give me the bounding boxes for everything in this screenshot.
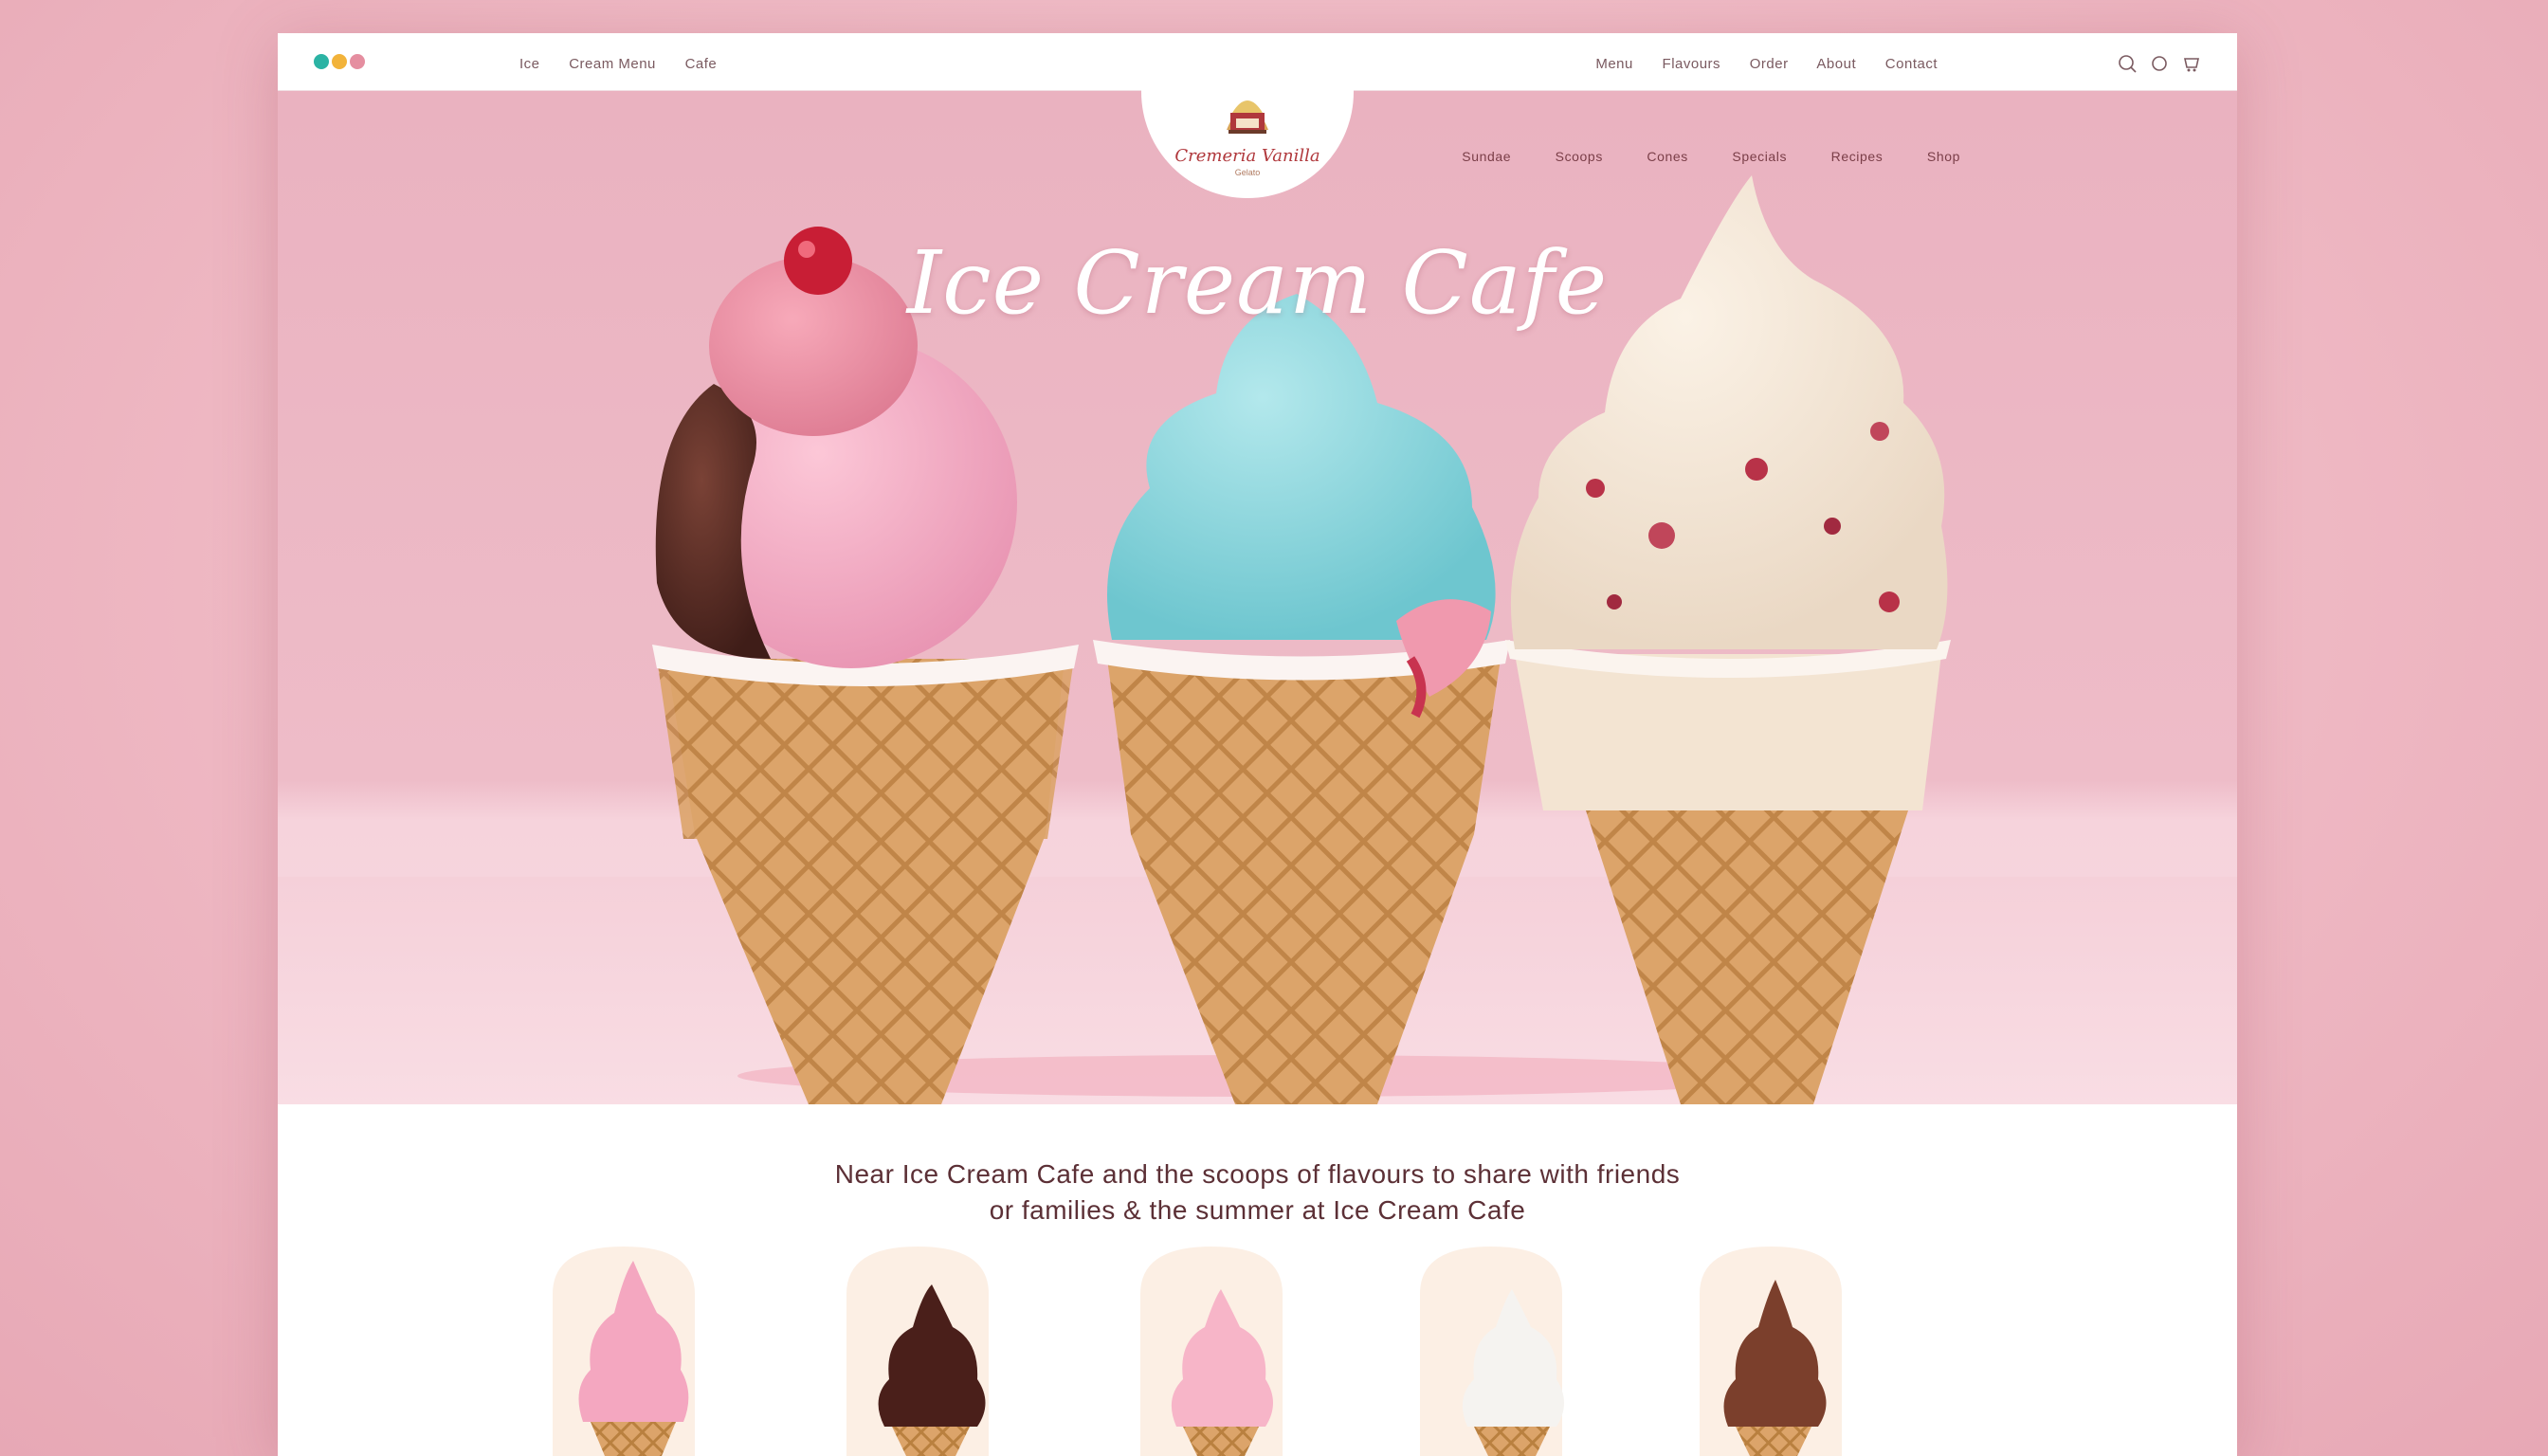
hero-banner: Ice Cream Cafe Sundae Scoops Cones Speci… [278, 90, 2237, 1104]
logo-subtitle: Gelato [1234, 168, 1261, 177]
hero-nav-item[interactable]: Scoops [1556, 149, 1603, 164]
hero-nav-item[interactable]: Recipes [1831, 149, 1884, 164]
top-icons [2118, 54, 2201, 73]
teal-dot-icon [314, 54, 329, 69]
hero-nav-item[interactable]: Cones [1647, 149, 1687, 164]
tagline-line-2: or families & the summer at Ice Cream Ca… [989, 1195, 1526, 1225]
top-nav-right: Menu Flavours Order About Contact [1595, 56, 1962, 72]
top-nav-item[interactable]: Flavours [1663, 56, 1721, 72]
yellow-dot-icon [332, 54, 347, 69]
top-nav-item[interactable]: Cafe [685, 56, 718, 72]
top-nav-left: Ice Cream Menu Cafe [519, 56, 741, 72]
cone-mint [1093, 294, 1510, 1104]
search-icon[interactable] [2118, 54, 2137, 73]
product-card-strawberry[interactable] [553, 1247, 695, 1456]
top-nav-item[interactable]: About [1816, 56, 1856, 72]
page: Ice Cream Menu Cafe Menu Flavours Order … [278, 33, 2237, 1456]
window-dots [314, 54, 365, 69]
hero-nav-item[interactable]: Specials [1732, 149, 1787, 164]
hero-nav-item[interactable]: Sundae [1462, 149, 1511, 164]
product-card-vanilla[interactable] [1420, 1247, 1564, 1456]
logo-emblem-icon [1227, 100, 1268, 134]
product-row [553, 1247, 1842, 1456]
cart-icon[interactable] [2182, 54, 2201, 73]
hero-title: Ice Cream Cafe [906, 232, 1609, 334]
product-card-pink[interactable] [1140, 1247, 1283, 1456]
hero-nav-item[interactable]: Shop [1927, 149, 1960, 164]
top-nav-item[interactable]: Cream Menu [569, 56, 656, 72]
pink-dot-icon [350, 54, 365, 69]
tagline: Near Ice Cream Cafe and the scoops of fl… [278, 1156, 2237, 1228]
top-nav-item[interactable]: Contact [1885, 56, 1938, 72]
product-card-chocolate[interactable] [846, 1247, 989, 1456]
hero-nav: Sundae Scoops Cones Specials Recipes Sho… [1422, 149, 1960, 164]
top-nav-item[interactable]: Ice [519, 56, 540, 72]
cone-strawberry [652, 227, 1079, 1104]
tagline-line-1: Near Ice Cream Cafe and the scoops of fl… [834, 1159, 1681, 1189]
heart-icon[interactable] [2150, 54, 2169, 73]
logo-name: Cremeria Vanilla [1174, 146, 1320, 166]
top-nav-item[interactable]: Order [1750, 56, 1789, 72]
top-nav-item[interactable]: Menu [1595, 56, 1633, 72]
product-card-caramel[interactable] [1700, 1247, 1842, 1456]
